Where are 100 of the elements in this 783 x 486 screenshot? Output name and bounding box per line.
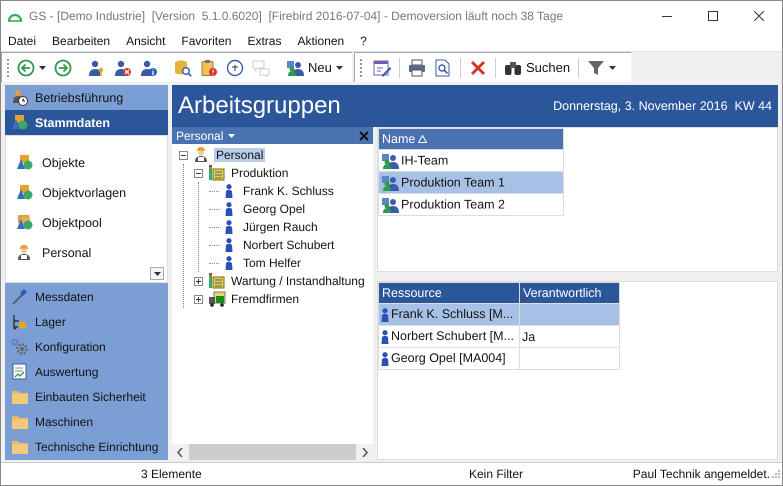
shapes-icon [16,184,34,202]
close-icon [359,130,369,140]
user-remove-icon [114,58,132,76]
date-label: Donnerstag, 3. November 2016 KW 44 [553,99,772,113]
caret-icon [154,272,160,276]
navigation-section[interactable]: Maschinen [5,409,168,434]
dropdown-button[interactable] [150,267,164,280]
person-icon [381,352,389,366]
maximize-icon [708,11,718,21]
caret-icon [228,134,236,138]
tree-item[interactable]: Jürgen Rauch [241,220,320,234]
group-icon [286,58,304,76]
person-icon [381,308,389,322]
table-cell: Produktion Team 2 [401,196,505,211]
gears-icon [11,338,29,356]
user-info-icon [140,58,158,76]
table-cell: Norbert Schubert [M... [391,329,514,344]
navigation-section[interactable]: Messdaten [5,284,168,309]
navigation-section[interactable]: Konfiguration [5,334,168,359]
menu-item[interactable]: Ansicht [122,34,170,48]
printer-icon [408,58,426,76]
status-text: Kein Filter [468,467,524,481]
column-header[interactable]: Verantwortlich [520,282,620,304]
shapes-icon [11,114,29,132]
group-icon [381,196,399,214]
person-icon [225,238,233,252]
table-cell: Frank K. Schluss [M... [391,307,514,322]
menu-item[interactable]: Aktionen [293,34,348,48]
window-title: GS - [Demo Industrie] [Version 5.1.0.6020] [Firebird 2016-07-04] - Demoversion läuft noch 38 Tage [29,9,564,23]
menu-item[interactable]: Datei [4,34,40,48]
arrow-right-icon [54,58,72,76]
group-icon [381,174,399,192]
scroll-right-icon[interactable] [362,448,368,456]
person-icon [225,220,233,234]
table-row[interactable]: Produktion Team 2 [378,194,564,216]
person-icon [225,256,233,270]
scroll-left-icon[interactable] [177,448,183,456]
delete-icon [469,58,487,76]
navigation-section[interactable]: Auswertung [5,359,168,384]
toolbar-button[interactable]: Suchen [501,56,574,78]
chat-icon [252,58,270,76]
menu-item[interactable]: Extras [243,34,286,48]
worker-clock-icon [11,88,29,106]
panel-title-dropdown[interactable]: Personal [176,128,236,142]
tree-item[interactable]: Fremdfirmen [229,292,302,306]
column-header[interactable]: Ressource [378,282,520,304]
expand-icon[interactable] [194,276,203,286]
collapse-icon[interactable] [194,168,203,178]
menu-item[interactable]: Bearbeiten [48,34,114,48]
table-cell: Produktion Team 1 [401,174,505,189]
person-icon [225,202,233,216]
tree-item[interactable]: Produktion [229,166,290,180]
navigation-item[interactable]: Objektvorlagen [6,178,167,208]
tree-item[interactable]: Wartung / Instandhaltung [229,274,367,288]
arrow-left-icon [17,58,35,76]
table-cell: Georg Opel [MA004] [391,351,506,366]
status-text: 3 Elemente [140,467,203,481]
navigation-section[interactable]: Stammdaten [5,110,168,135]
person-icon [381,330,389,344]
toolbar-button[interactable]: Neu [283,56,346,78]
database-search-icon [174,58,192,76]
table-row[interactable]: Produktion Team 1 [378,172,564,194]
collapse-icon[interactable] [179,150,188,160]
menu-item[interactable]: Favoriten [177,34,236,48]
pipette-icon [11,288,29,306]
navigation-section[interactable]: Betriebsführung [5,85,168,110]
filter-icon [587,58,606,76]
shapes-icon [16,154,34,172]
navigation-section[interactable]: Technische Einrichtung [5,434,168,459]
table-cell: IH-Team [401,152,448,167]
group-icon [381,152,399,170]
close-button[interactable] [359,130,369,140]
navigation-section[interactable]: Einbauten Sicherheit [5,384,168,409]
tree-item[interactable]: Frank K. Schluss [241,184,336,198]
truck-icon [208,290,226,308]
form-edit-icon [373,58,391,76]
print-preview-icon [434,58,452,76]
page-title: Arbeitsgruppen [178,92,342,120]
status-text: Paul Technik angemeldet. [632,467,771,481]
expand-icon[interactable] [194,294,203,304]
navigation-item[interactable]: Personal [6,238,167,268]
navigation-item[interactable]: Objekte [6,148,167,178]
navigation-item[interactable]: Objektpool [6,208,167,238]
tree-item[interactable]: Georg Opel [241,202,308,216]
forklift-box-icon [11,312,29,330]
org-chart-icon [208,164,226,182]
person-icon [225,184,233,198]
close-icon [754,11,764,21]
table-cell: Ja [522,330,536,344]
column-header[interactable]: Name [378,128,564,150]
tree-item[interactable]: Norbert Schubert [241,238,336,252]
clipboard-alert-icon [200,58,218,76]
resize-grip-icon[interactable] [772,470,780,478]
org-chart-icon [208,272,226,290]
navigation-section[interactable]: Lager [5,309,168,334]
report-chart-icon [11,362,29,380]
shapes-stack-icon [16,214,34,232]
tree-item[interactable]: Personal [214,148,266,162]
menu-item[interactable]: ? [356,34,371,48]
tree-item[interactable]: Tom Helfer [241,256,304,270]
